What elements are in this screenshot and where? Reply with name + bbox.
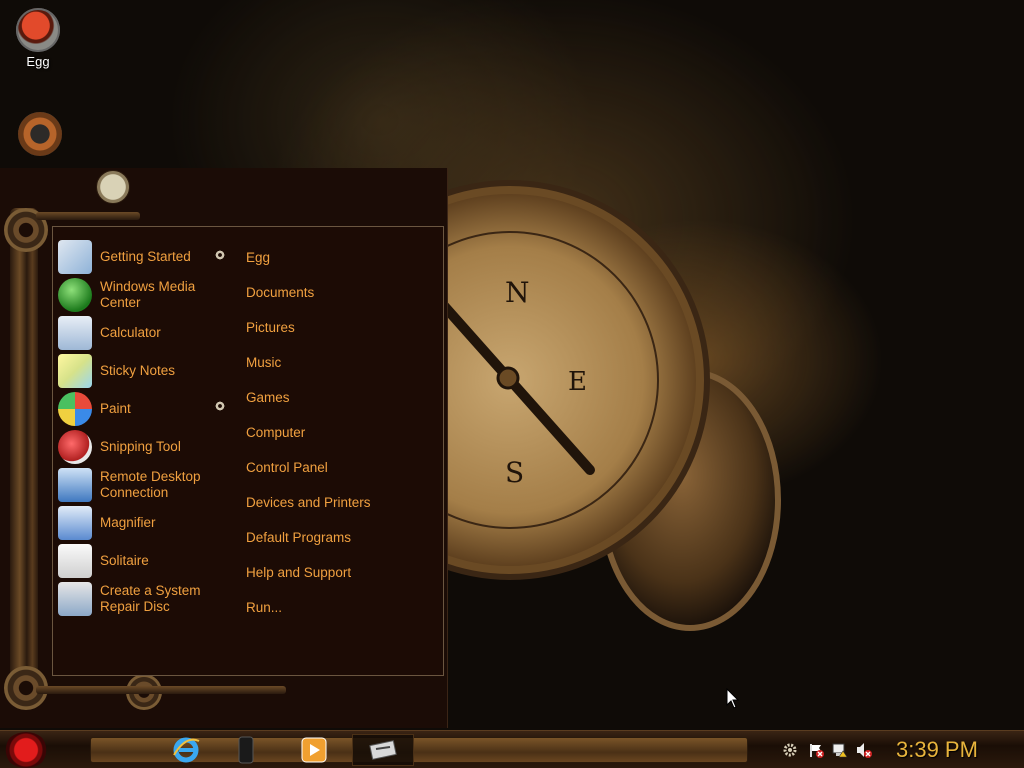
place-item-pictures[interactable]: Pictures	[246, 310, 436, 345]
snipping-tool-icon	[58, 430, 92, 464]
computer-icon	[18, 112, 62, 156]
place-item-control-panel[interactable]: Control Panel	[246, 450, 436, 485]
taskbar-button-windows-media-player[interactable]	[296, 734, 332, 766]
program-item-sticky-notes[interactable]: Sticky Notes	[58, 352, 218, 390]
desktop-icon-label: Egg	[26, 54, 50, 69]
magnifier-icon	[58, 506, 92, 540]
program-list: Getting Started Windows Media Center Cal…	[58, 238, 218, 618]
place-item-music[interactable]: Music	[246, 345, 436, 380]
windows-media-center-icon	[58, 278, 92, 312]
control-panel-icon	[369, 740, 397, 760]
repair-disc-icon	[58, 582, 92, 616]
program-item-windows-media-center[interactable]: Windows Media Center	[58, 276, 218, 314]
place-item-run[interactable]: Run...	[246, 590, 436, 625]
calculator-icon	[58, 316, 92, 350]
program-label: Snipping Tool	[100, 439, 181, 454]
program-label: Windows Media Center	[100, 279, 196, 310]
place-item-egg[interactable]: Egg	[246, 240, 436, 275]
program-label: Solitaire	[100, 553, 149, 568]
svg-text:N: N	[505, 276, 530, 309]
program-item-solitaire[interactable]: Solitaire	[58, 542, 218, 580]
svg-text:E: E	[568, 367, 587, 397]
program-label: Remote Desktop Connection	[100, 469, 201, 500]
taskbar-button-windows-explorer[interactable]	[228, 734, 264, 766]
gauge-ornament	[96, 170, 130, 204]
place-item-help-and-support[interactable]: Help and Support	[246, 555, 436, 590]
egg-icon	[16, 8, 60, 52]
place-item-devices-and-printers[interactable]: Devices and Printers	[246, 485, 436, 520]
pipe-ornament	[36, 686, 286, 694]
program-item-magnifier[interactable]: Magnifier	[58, 504, 218, 542]
remote-desktop-icon	[58, 468, 92, 502]
program-label: Calculator	[100, 325, 161, 340]
mouse-cursor-icon	[726, 688, 740, 709]
desktop-icon-egg[interactable]: Egg	[0, 8, 76, 69]
getting-started-icon	[58, 240, 92, 274]
program-item-repair-disc[interactable]: Create a System Repair Disc	[58, 580, 218, 618]
program-item-remote-desktop[interactable]: Remote Desktop Connection	[58, 466, 218, 504]
program-item-snipping-tool[interactable]: Snipping Tool	[58, 428, 218, 466]
pipe-ornament	[36, 212, 140, 220]
place-item-default-programs[interactable]: Default Programs	[246, 520, 436, 555]
program-item-paint[interactable]: Paint	[58, 390, 218, 428]
network-icon[interactable]	[832, 742, 848, 758]
sticky-notes-icon	[58, 354, 92, 388]
clock[interactable]: 3:39 PM	[896, 735, 996, 765]
program-label: Magnifier	[100, 515, 156, 530]
svg-text:S: S	[505, 456, 524, 489]
places-list: Egg Documents Pictures Music Games Compu…	[246, 240, 436, 625]
program-item-calculator[interactable]: Calculator	[58, 314, 218, 352]
gear-icon	[215, 401, 225, 411]
start-menu: Getting Started Windows Media Center Cal…	[0, 168, 448, 728]
paint-icon	[58, 392, 92, 426]
taskbar-button-internet-explorer[interactable]	[168, 734, 204, 766]
windows-explorer-icon	[238, 736, 254, 764]
windows-media-player-icon	[301, 737, 327, 763]
taskbar: 3:39 PM	[0, 730, 1024, 768]
program-label: Sticky Notes	[100, 363, 176, 378]
program-label: Paint	[100, 401, 131, 416]
desktop-icon-computer[interactable]	[2, 112, 78, 156]
start-button[interactable]	[4, 732, 48, 768]
gear-icon	[215, 250, 225, 260]
program-item-getting-started[interactable]: Getting Started	[58, 238, 218, 276]
volume-muted-icon[interactable]	[856, 742, 872, 758]
menu-frame-pipe	[10, 208, 38, 678]
taskbar-button-control-panel[interactable]	[352, 734, 414, 766]
solitaire-icon	[58, 544, 92, 578]
program-label: Create a System Repair Disc	[100, 583, 201, 614]
action-center-flag-icon[interactable]	[808, 742, 824, 758]
program-label: Getting Started	[100, 249, 191, 264]
place-item-documents[interactable]: Documents	[246, 275, 436, 310]
internet-explorer-icon	[173, 737, 200, 763]
system-tray	[780, 731, 880, 768]
place-item-games[interactable]: Games	[246, 380, 436, 415]
gear-icon[interactable]	[782, 742, 798, 758]
place-item-computer[interactable]: Computer	[246, 415, 436, 450]
